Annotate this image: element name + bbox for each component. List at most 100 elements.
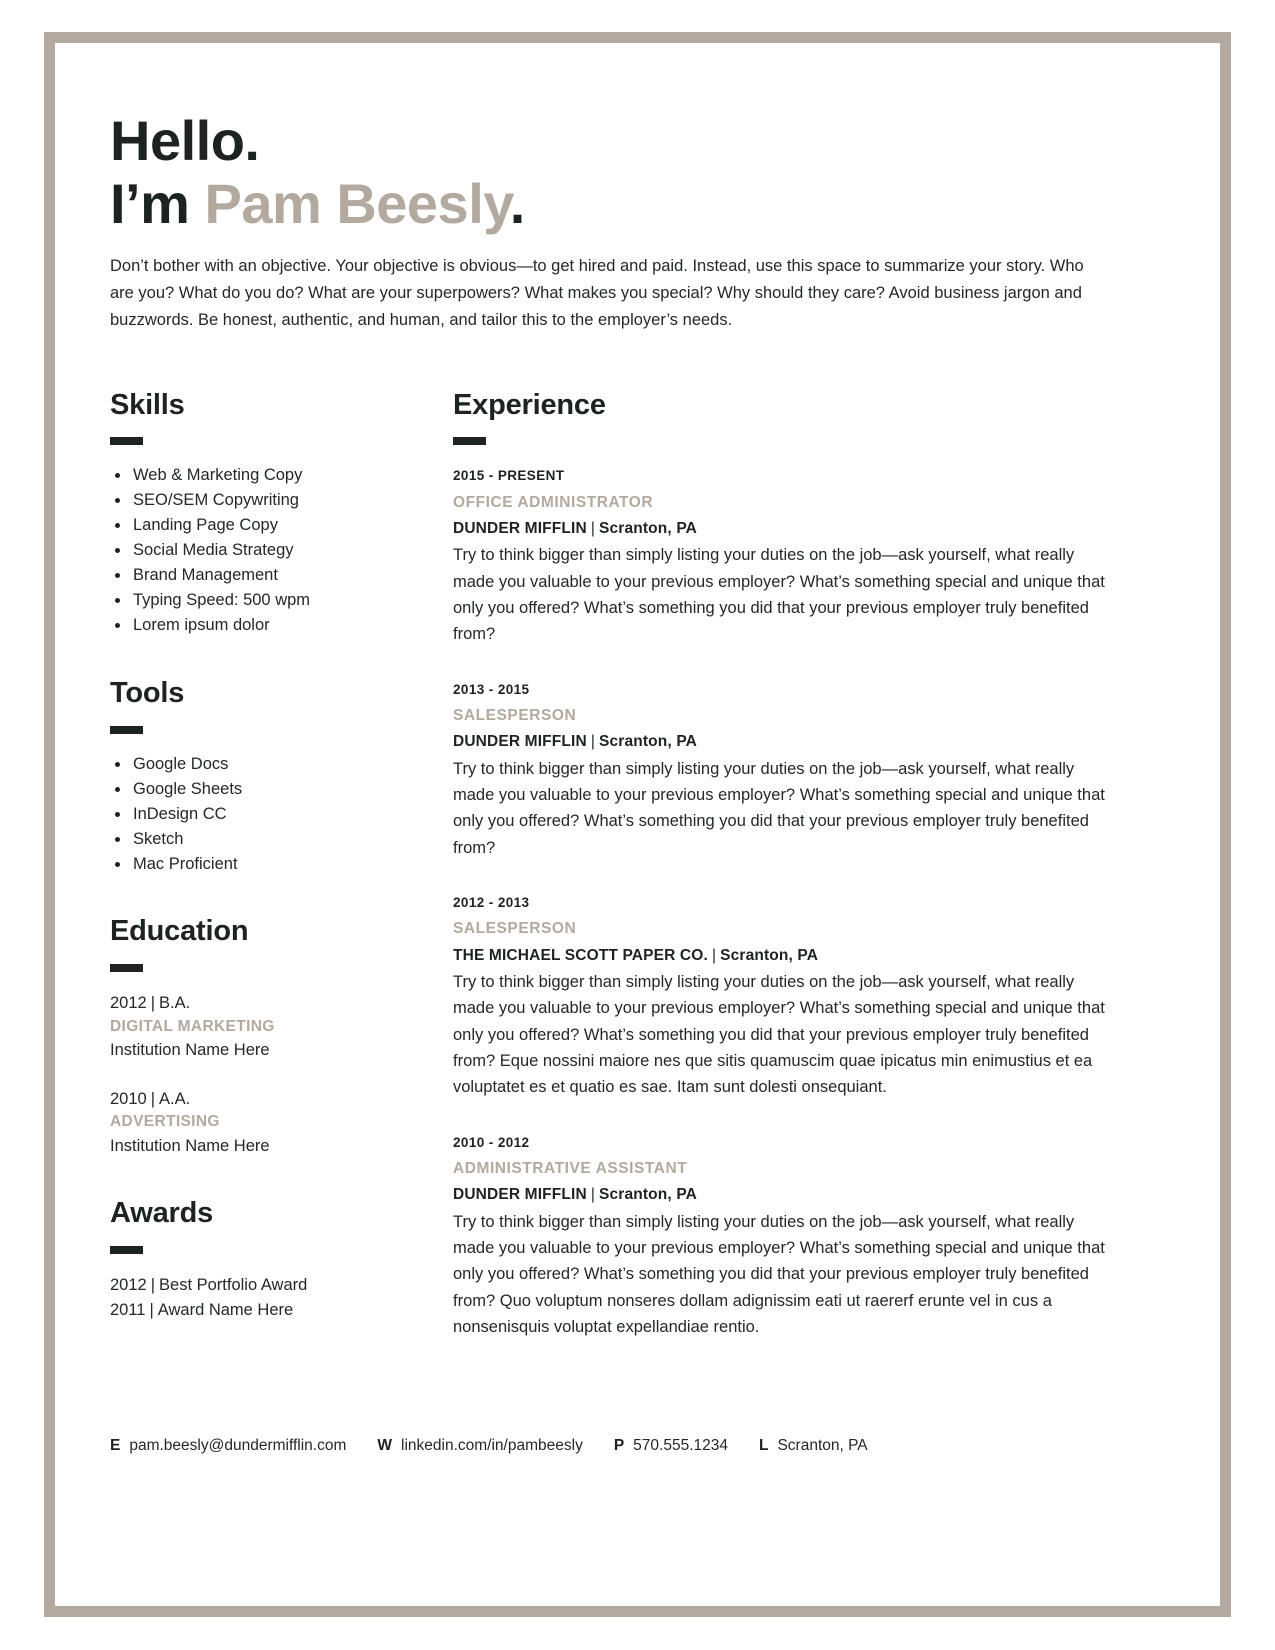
resume-page: Hello. I’m Pam Beesly. Don’t bother with… (0, 0, 1275, 1650)
job-description: Try to think bigger than simply listing … (453, 546, 1105, 644)
job-company-location: DUNDER MIFFLIN | Scranton, PA (453, 517, 1115, 540)
skill-label: Web & Marketing Copy (133, 466, 303, 485)
skill-label: Social Media Strategy (133, 541, 294, 560)
header-block: Hello. I’m Pam Beesly. (110, 109, 1115, 236)
email-value[interactable]: pam.beesly@dundermifflin.com (129, 1437, 346, 1455)
name-line: I’m Pam Beesly. (110, 171, 1115, 236)
job-role: SALESPERSON (453, 707, 577, 725)
education-year: 2010 (110, 1089, 147, 1108)
experience-entry: 2010 - 2012 ADMINISTRATIVE ASSISTANT DUN… (453, 1133, 1115, 1341)
tool-label: Google Sheets (133, 779, 243, 798)
separator: | (149, 1300, 154, 1319)
location-value: Scranton, PA (777, 1437, 868, 1454)
list-item: SEO/SEM Copywriting (110, 489, 450, 513)
phone-value[interactable]: 570.555.1234 (633, 1437, 728, 1455)
education-entry: 2010 | A.A. ADVERTISING Institution Name H… (110, 1087, 450, 1158)
section-education: Education 2012 | B.A. DIGITAL MARKETING In… (110, 916, 450, 1157)
experience-rule (453, 437, 486, 446)
phone-key-label: P (613, 1437, 625, 1454)
education-degree: A.A. (159, 1089, 191, 1108)
experience-heading: Experience (453, 388, 606, 421)
job-company: THE MICHAEL SCOTT PAPER CO. (453, 946, 708, 964)
right-column: Experience 2015 - PRESENT OFFICE ADMINIS… (450, 388, 1115, 1357)
list-item: Sketch (110, 828, 450, 852)
greeting-text: Hello. (110, 109, 260, 172)
contact-web: W linkedin.com/in/pambeesly (377, 1437, 582, 1455)
contact-footer: E pam.beesly@dundermifflin.com W linkedi… (110, 1437, 1110, 1455)
section-experience: Experience 2015 - PRESENT OFFICE ADMINIS… (453, 388, 1115, 1341)
resume-content: Hello. I’m Pam Beesly. Don’t bother with… (110, 109, 1115, 1357)
education-year: 2012 (110, 994, 147, 1013)
job-dates: 2012 - 2013 (453, 895, 530, 911)
job-location: Scranton, PA (599, 733, 698, 751)
candidate-name: Pam Beesly (204, 171, 510, 235)
education-degree: B.A. (159, 994, 191, 1013)
left-column: Skills Web & Marketing Copy SEO/SEM Copy… (110, 388, 450, 1357)
award-name: Best Portfolio Award (159, 1275, 308, 1294)
separator: | (150, 994, 156, 1013)
award-year: 2011 (110, 1300, 146, 1319)
education-rule (110, 964, 143, 973)
tools-rule (110, 725, 143, 734)
job-role: ADMINISTRATIVE ASSISTANT (453, 1160, 688, 1178)
list-item: Social Media Strategy (110, 539, 450, 563)
job-company: DUNDER MIFFLIN (453, 519, 587, 537)
section-skills: Skills Web & Marketing Copy SEO/SEM Copy… (110, 388, 450, 638)
list-item: Google Docs (110, 753, 450, 777)
section-awards: Awards 2012 | Best Portfolio Award 2011 | Aw… (110, 1197, 450, 1323)
education-field: DIGITAL MARKETING (110, 1017, 275, 1035)
tools-list: Google Docs Google Sheets InDesign CC Sk… (110, 753, 450, 877)
skills-list: Web & Marketing Copy SEO/SEM Copywriting… (110, 464, 450, 637)
separator: | (150, 1275, 156, 1294)
skill-label: Lorem ipsum dolor (133, 616, 270, 635)
job-company-location: DUNDER MIFFLIN | Scranton, PA (453, 1183, 1115, 1206)
tool-label: Mac Proficient (133, 854, 238, 873)
job-description: Try to think bigger than simply listing … (453, 1212, 1105, 1337)
job-role: SALESPERSON (453, 920, 577, 938)
list-item: Google Sheets (110, 778, 450, 802)
job-company: DUNDER MIFFLIN (453, 733, 587, 751)
tools-heading: Tools (110, 676, 185, 709)
experience-entry: 2012 - 2013 SALESPERSON THE MICHAEL SCOT… (453, 893, 1115, 1101)
web-key-label: W (377, 1437, 393, 1454)
skill-label: Typing Speed: 500 wpm (133, 591, 311, 610)
education-field: ADVERTISING (110, 1112, 220, 1130)
tool-label: InDesign CC (133, 804, 227, 823)
award-entry: 2011 | Award Name Here (110, 1298, 450, 1323)
education-year-degree: 2010 | A.A. (110, 1087, 450, 1111)
job-company-location: THE MICHAEL SCOTT PAPER CO. | Scranton, PA (453, 944, 1115, 967)
job-location: Scranton, PA (720, 946, 819, 964)
education-institution: Institution Name Here (110, 1136, 270, 1155)
education-institution: Institution Name Here (110, 1041, 270, 1060)
awards-list: 2012 | Best Portfolio Award 2011 | Award Nam… (110, 1273, 450, 1323)
experience-entry: 2013 - 2015 SALESPERSON DUNDER MIFFLIN | S… (453, 680, 1115, 861)
separator: | (150, 1089, 156, 1108)
email-key-label: E (110, 1437, 121, 1454)
list-item: Landing Page Copy (110, 514, 450, 538)
list-item: Lorem ipsum dolor (110, 614, 450, 638)
job-company: DUNDER MIFFLIN (453, 1186, 587, 1204)
experience-entry: 2015 - PRESENT OFFICE ADMINISTRATOR DUND… (453, 466, 1115, 647)
name-prefix: I’m (110, 171, 205, 235)
job-description: Try to think bigger than simply listing … (453, 759, 1105, 857)
job-role: OFFICE ADMINISTRATOR (453, 493, 654, 511)
award-name: Award Name Here (157, 1300, 294, 1319)
contact-phone: P 570.555.1234 (614, 1437, 728, 1455)
skill-label: Landing Page Copy (133, 516, 278, 535)
location-key-label: L (759, 1437, 769, 1454)
contact-email: E pam.beesly@dundermifflin.com (110, 1437, 346, 1455)
job-dates: 2013 - 2015 (453, 681, 530, 697)
award-year: 2012 (110, 1275, 147, 1294)
skill-label: SEO/SEM Copywriting (133, 491, 299, 510)
separator: | (590, 519, 596, 537)
two-column-body: Skills Web & Marketing Copy SEO/SEM Copy… (110, 388, 1115, 1357)
separator: | (711, 946, 717, 964)
job-dates: 2010 - 2012 (453, 1134, 530, 1150)
separator: | (590, 1186, 596, 1204)
list-item: Mac Proficient (110, 853, 450, 877)
job-location: Scranton, PA (599, 519, 698, 537)
skills-heading: Skills (110, 388, 185, 421)
web-value[interactable]: linkedin.com/in/pambeesly (401, 1437, 583, 1455)
education-year-degree: 2012 | B.A. (110, 991, 450, 1015)
skills-rule (110, 437, 143, 446)
